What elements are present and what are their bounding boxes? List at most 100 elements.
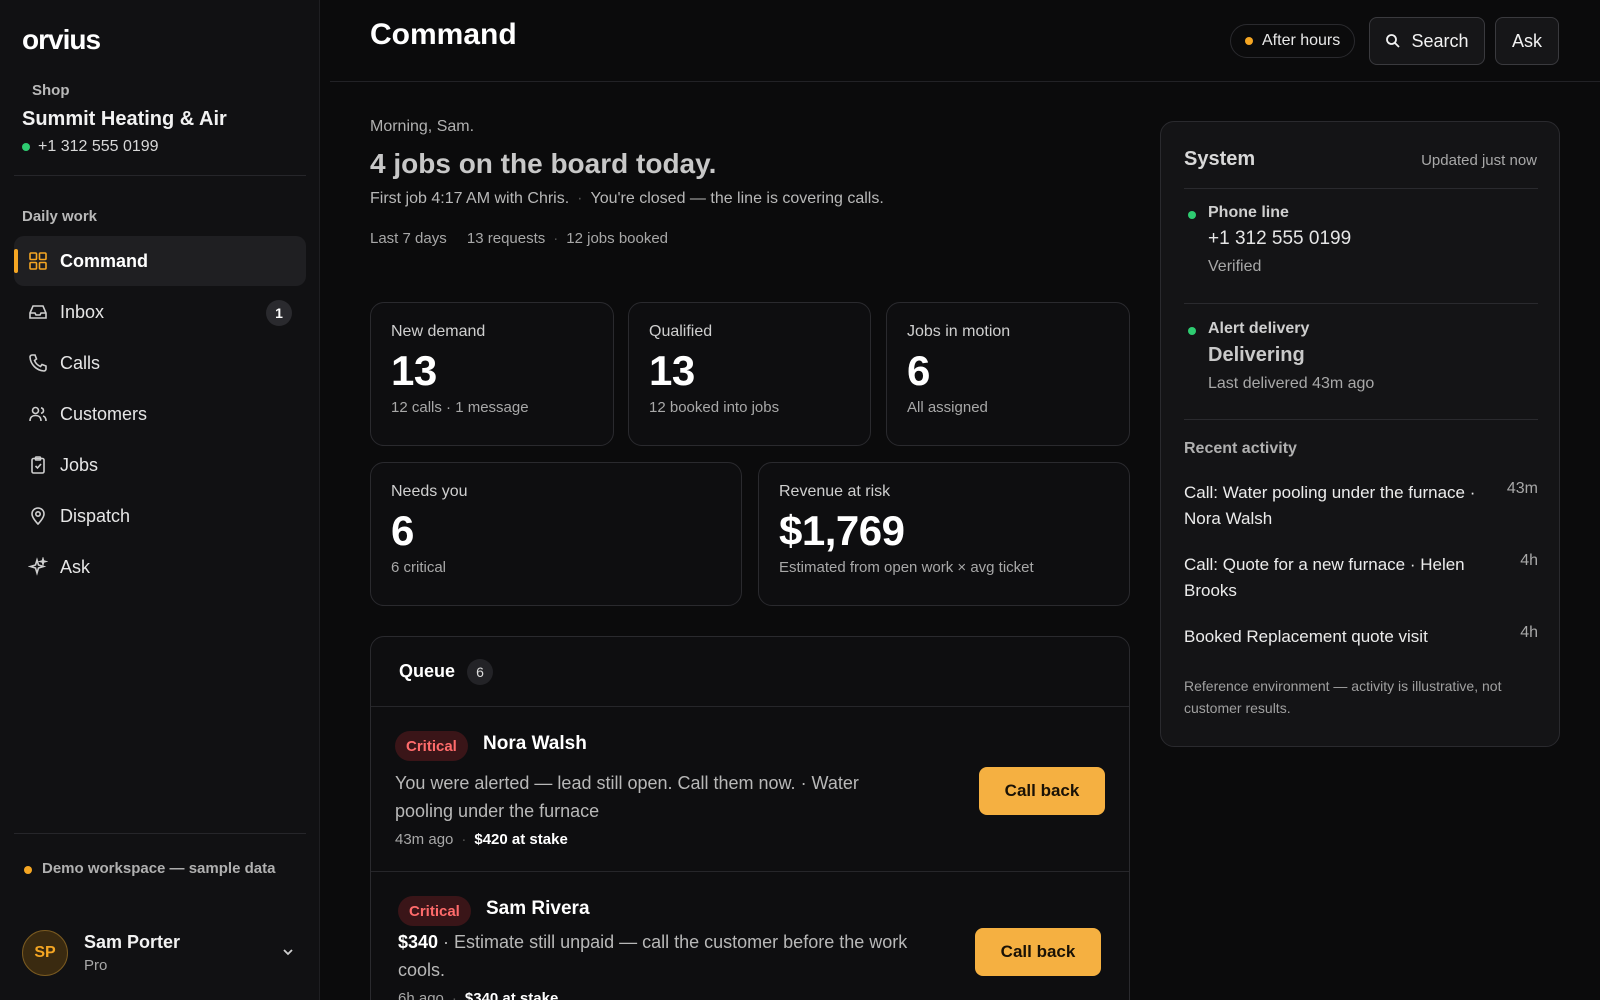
phone-line-label: Phone line [1208, 204, 1289, 221]
stats-row: Last 7 days 13 requests · 12 jobs booked [370, 230, 669, 247]
sidebar-item-ask[interactable]: Ask [14, 542, 306, 592]
phone-icon [29, 354, 47, 372]
call-back-button[interactable]: Call back [979, 767, 1105, 815]
card-label: Revenue at risk [779, 483, 891, 500]
divider [14, 175, 306, 176]
card-revenue-at-risk[interactable]: Revenue at risk $1,769 Estimated from op… [758, 462, 1130, 606]
sidebar-item-command[interactable]: Command [14, 236, 306, 286]
sidebar-nav: Command Inbox 1 Calls Customers Jobs Dis… [14, 236, 306, 593]
demo-dot-icon [24, 866, 32, 874]
call-back-button[interactable]: Call back [975, 928, 1101, 976]
chevron-down-icon[interactable] [280, 944, 296, 960]
shop-phone: +1 312 555 0199 [22, 138, 159, 156]
card-label: Qualified [649, 323, 713, 340]
queue-item-meta: 6h ago · $340 at stake [398, 990, 558, 1000]
system-footnote: Reference environment — activity is illu… [1184, 678, 1502, 716]
section-label: Daily work [22, 208, 98, 225]
user-plan: Pro [84, 957, 108, 974]
critical-badge: Critical [398, 896, 471, 926]
card-value: 6 [391, 507, 414, 554]
sparkle-icon [28, 557, 48, 576]
sidebar-item-label: Calls [60, 352, 101, 373]
clipboard-icon [31, 456, 45, 474]
activity-item[interactable]: Call: Quote for a new furnace · Helen Br… [1184, 552, 1538, 604]
critical-badge: Critical [395, 731, 468, 761]
search-icon [1386, 34, 1401, 48]
page-title: Command [370, 18, 517, 51]
card-value: $1,769 [779, 507, 905, 554]
activity-item[interactable]: Call: Water pooling under the furnace · … [1184, 480, 1538, 532]
card-new-demand[interactable]: New demand 13 12 calls · 1 message [370, 302, 614, 446]
users-icon [29, 406, 47, 422]
logo[interactable]: orvius [22, 24, 101, 56]
stats-period: Last 7 days [370, 230, 447, 247]
status-dot-icon [1188, 327, 1196, 335]
card-label: New demand [391, 323, 486, 340]
system-panel: System Updated just now Phone line +1 31… [1160, 121, 1560, 747]
sidebar-item-jobs[interactable]: Jobs [14, 440, 306, 490]
sidebar-item-customers[interactable]: Customers [14, 389, 306, 439]
divider [1184, 419, 1538, 420]
divider [1184, 303, 1538, 304]
demo-note: Demo workspace — sample data [24, 858, 284, 880]
activity-time: 43m [1506, 480, 1538, 497]
card-sub: Estimated from open work × avg ticket [779, 559, 1034, 576]
card-qualified[interactable]: Qualified 13 12 booked into jobs [628, 302, 871, 446]
activity-time: 4h [1520, 624, 1538, 641]
search-button[interactable]: Search [1369, 17, 1485, 65]
ask-button[interactable]: Ask [1495, 17, 1559, 65]
shop-phone-number: +1 312 555 0199 [38, 138, 159, 155]
card-value: 13 [649, 347, 695, 394]
stats-requests: 13 requests [466, 230, 546, 247]
map-pin-icon [31, 507, 45, 526]
demo-note-text: Demo workspace — sample data [42, 860, 276, 877]
phone-line-sub: Verified [1208, 258, 1262, 275]
queue-count-badge: 6 [467, 658, 494, 685]
divider [1184, 188, 1538, 189]
header-divider [330, 81, 1600, 82]
sidebar-item-label: Command [60, 250, 149, 271]
user-name: Sam Porter [84, 932, 181, 952]
card-needs-you[interactable]: Needs you 6 6 critical [370, 462, 742, 606]
queue-item-name[interactable]: Nora Walsh [483, 733, 587, 755]
search-label: Search [1411, 30, 1469, 51]
sidebar-item-calls[interactable]: Calls [14, 338, 306, 388]
alert-delivery-status: Alert delivery Delivering Last delivered… [1184, 320, 1538, 393]
card-label: Jobs in motion [907, 323, 1011, 340]
headline: 4 jobs on the board today. [370, 148, 717, 179]
sidebar-item-label: Dispatch [60, 505, 131, 526]
grid-icon [29, 252, 47, 270]
queue-item-amount: $340 [398, 932, 439, 952]
queue-item[interactable]: Critical Sam Rivera $340 · Estimate stil… [371, 872, 1129, 1000]
ask-label: Ask [1511, 30, 1542, 51]
phone-line-status: Phone line +1 312 555 0199 Verified [1184, 204, 1538, 276]
card-sub: All assigned [907, 399, 988, 416]
after-hours-pill[interactable]: After hours [1230, 24, 1356, 58]
alert-delivery-label: Alert delivery [1208, 320, 1310, 337]
queue-panel: Queue 6 Critical Nora Walsh You were ale… [370, 636, 1130, 1000]
status-dot-icon [1188, 211, 1196, 219]
system-updated: Updated just now [1421, 152, 1537, 169]
shop-name[interactable]: Summit Heating & Air [22, 108, 227, 131]
stats-booked: 12 jobs booked [566, 230, 669, 247]
status-dot-icon [1245, 37, 1253, 45]
divider [14, 833, 306, 834]
alert-delivery-sub: Last delivered 43m ago [1208, 375, 1375, 392]
activity-item[interactable]: Booked Replacement quote visit 4h [1184, 624, 1538, 650]
sidebar-item-label: Customers [60, 403, 148, 424]
sidebar-item-inbox[interactable]: Inbox 1 [14, 287, 306, 337]
phone-line-value: +1 312 555 0199 [1208, 228, 1352, 249]
queue-item[interactable]: Critical Nora Walsh You were alerted — l… [371, 707, 1129, 872]
activity-text: Call: Quote for a new furnace · Helen Br… [1184, 555, 1465, 600]
subline-status: You're closed — the line is covering cal… [590, 190, 884, 207]
sidebar-item-label: Jobs [60, 454, 99, 475]
user-menu[interactable]: SP Sam Porter Pro [22, 930, 180, 976]
subline: First job 4:17 AM with Chris. · You're clo… [370, 190, 884, 207]
inbox-icon [29, 305, 47, 319]
queue-item-name[interactable]: Sam Rivera [486, 898, 590, 920]
greeting: Morning, Sam. [370, 118, 475, 135]
sidebar-item-dispatch[interactable]: Dispatch [14, 491, 306, 541]
card-jobs-in-motion[interactable]: Jobs in motion 6 All assigned [886, 302, 1130, 446]
inbox-count-badge: 1 [266, 300, 292, 326]
sidebar-item-label: Ask [60, 556, 91, 577]
